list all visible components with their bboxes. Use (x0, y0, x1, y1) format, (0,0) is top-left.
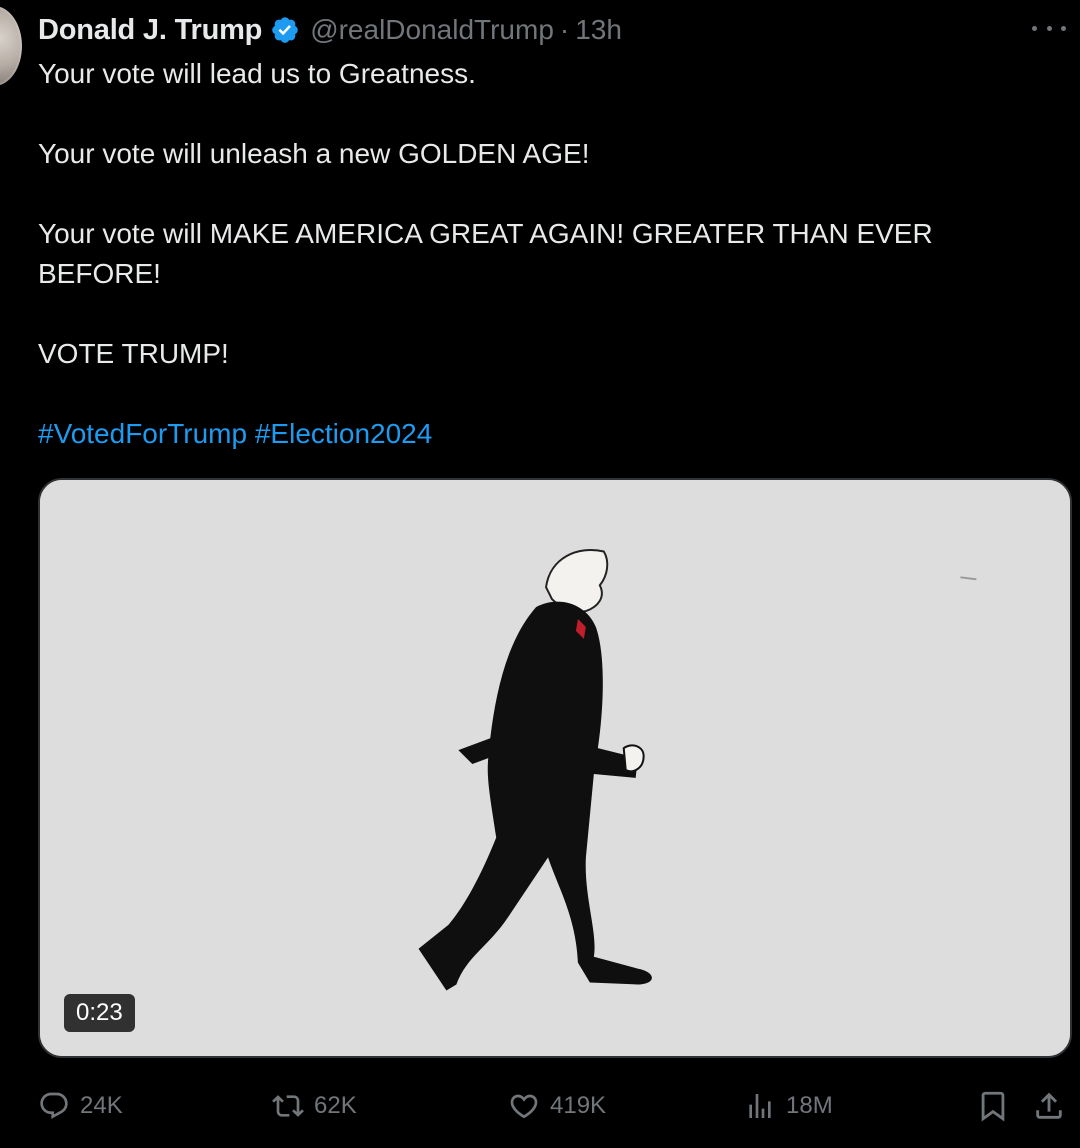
timestamp[interactable]: 13h (575, 14, 622, 46)
reply-button[interactable]: 24K (38, 1086, 123, 1126)
avatar[interactable] (0, 6, 22, 86)
repost-button[interactable]: 62K (272, 1086, 357, 1126)
video-frame (40, 480, 1070, 1056)
repost-count: 62K (314, 1092, 357, 1119)
action-bar: 24K 62K 419K 18M (38, 1086, 1072, 1126)
reply-count: 24K (80, 1092, 123, 1119)
tweet-line: Your vote will MAKE AMERICA GREAT AGAIN!… (38, 218, 933, 289)
hashtag-link[interactable]: #Election2024 (255, 418, 432, 449)
views-icon (749, 1094, 771, 1118)
bookmark-icon (981, 1091, 1005, 1122)
tweet-header: Donald J. Trump @realDonaldTrump · 13h (38, 10, 622, 50)
author-display-name[interactable]: Donald J. Trump (38, 14, 262, 47)
share-icon (1036, 1092, 1062, 1119)
hashtag-link[interactable]: #VotedForTrump (38, 418, 247, 449)
tweet-line: VOTE TRUMP! (38, 338, 229, 369)
verified-badge-icon[interactable] (270, 15, 300, 45)
like-button[interactable]: 419K (508, 1086, 606, 1126)
tweet-line: Your vote will lead us to Greatness. (38, 58, 476, 89)
separator-dot: · (559, 14, 570, 45)
more-icon[interactable] (1032, 14, 1066, 42)
like-icon (510, 1094, 538, 1119)
repost-icon (272, 1095, 304, 1117)
bookmark-button[interactable] (976, 1086, 1020, 1126)
author-handle[interactable]: @realDonaldTrump (310, 14, 554, 46)
views-count: 18M (786, 1092, 833, 1119)
video-duration: 0:23 (64, 994, 135, 1032)
video-player[interactable]: 0:23 (38, 478, 1072, 1058)
views-button[interactable]: 18M (744, 1086, 833, 1126)
tweet-text: Your vote will lead us to Greatness. You… (38, 54, 1038, 454)
tweet-line: Your vote will unleash a new GOLDEN AGE! (38, 138, 590, 169)
reply-icon (40, 1092, 68, 1119)
like-count: 419K (550, 1092, 607, 1119)
hashtags: #VotedForTrump #Election2024 (38, 414, 1038, 454)
share-button[interactable] (1032, 1086, 1076, 1126)
